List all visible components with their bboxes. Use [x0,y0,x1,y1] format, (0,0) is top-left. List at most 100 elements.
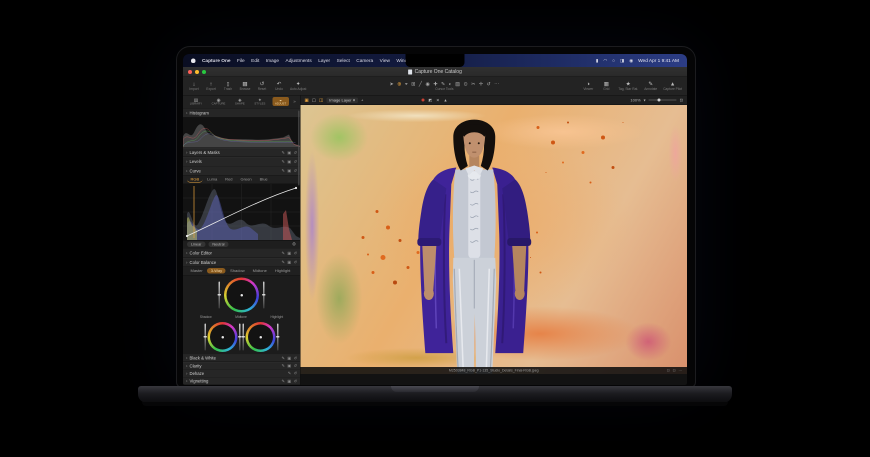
brush-icon[interactable]: ✎ [282,260,285,265]
tool-tabs-overflow-icon[interactable]: » [293,99,296,104]
tab-capture[interactable]: ◉ CAPTURE [209,97,228,106]
menu-layer[interactable]: Layer [318,58,330,64]
copy-icon[interactable]: ▣ [287,159,291,164]
reset-icon[interactable]: ↺ [294,371,297,376]
compare-view-icon[interactable]: ▢ [312,97,316,103]
fullscreen-icon[interactable]: ⊡ [680,98,683,103]
proof-view-icon[interactable]: ▣ [305,97,309,103]
export-button[interactable]: ↑ Export [205,81,217,91]
dehaze-panel-header[interactable]: › Dehaze ✎ ↺ [183,369,300,378]
control-center-icon[interactable]: ◨ [620,58,624,64]
cb-tab-master[interactable]: Master [187,268,206,274]
curve-linear-button[interactable]: Linear [187,241,206,248]
close-window-button[interactable] [188,69,192,74]
cb-tab-highlight[interactable]: Highlight [271,268,294,274]
menu-adjustments[interactable]: Adjustments [286,58,312,64]
menu-bar-clock[interactable]: Wed Apr 1 9:41 AM [638,58,679,64]
curve-tab-green[interactable]: Green [237,177,255,183]
add-layer-button[interactable]: + [361,98,363,103]
crop-tool-icon[interactable]: ⊞ [411,81,415,87]
zoom-slider-handle[interactable] [657,98,661,102]
reset-icon[interactable]: ↺ [294,260,297,265]
brush-icon[interactable]: ✎ [282,159,285,164]
curve-tab-red[interactable]: Red [222,177,236,183]
more-tools-icon[interactable]: ⋯ [494,81,499,87]
highlight-lightness-slider[interactable] [276,323,280,351]
copy-icon[interactable]: ▣ [287,379,291,384]
import-button[interactable]: ↓ Import [188,81,200,91]
wheel-handle[interactable] [240,293,243,297]
histogram-panel-header[interactable]: › Histogram [183,108,300,118]
annotate-button[interactable]: ✎ Annotate [644,81,657,91]
curve-panel-header[interactable]: › Curve ✎ ▣ ↺ [183,166,300,176]
copy-icon[interactable]: ▣ [287,364,291,369]
shadow-color-wheel[interactable] [207,322,238,353]
color-editor-panel-header[interactable]: › Color Editor ✎ ▣ ↺ [183,248,300,258]
zoom-level-value[interactable]: 100% [630,98,640,103]
highlight-color-wheel[interactable] [245,322,276,353]
tag-star-rating-button[interactable]: ★ Tag, Star Rat. [618,81,638,91]
brush-icon[interactable]: ✎ [282,251,285,256]
minimize-window-button[interactable] [195,69,199,74]
cut-tool-icon[interactable]: ✂ [471,81,475,87]
pan-tool-icon[interactable]: ⊕ [397,81,401,87]
layers-masks-panel-header[interactable]: › Layers & Masks ✎ ▣ ↺ [183,148,300,158]
tab-adjust[interactable]: ◒ ADJUST [272,97,289,107]
brush-icon[interactable]: ✎ [282,356,285,361]
brush-icon[interactable]: ✎ [282,169,285,174]
copy-icon[interactable]: ▣ [287,356,291,361]
clarity-panel-header[interactable]: › Clarity ✎ ▣ ↺ [183,361,300,370]
capture-pilot-button[interactable]: ▲ Capture Pilot [663,81,682,91]
curve-graph[interactable] [183,184,300,241]
reset-icon[interactable]: ↺ [294,364,297,369]
cb-tab-3way[interactable]: 3-Way [207,268,226,274]
black-white-panel-header[interactable]: › Black & White ✎ ▣ ↺ [183,354,300,362]
color-balance-panel-header[interactable]: › Color Balance ✎ ▣ ↺ [183,257,300,267]
gear-icon[interactable]: ⚙ [292,242,296,248]
copy-icon[interactable]: ▣ [287,251,291,256]
curve-tab-luma[interactable]: Luma [204,177,221,183]
menu-camera[interactable]: Camera [356,58,373,64]
cb-tab-midtone[interactable]: Midtone [249,268,270,274]
browse-button[interactable]: ▦ Browse [239,81,251,91]
tab-library[interactable]: ▤ LIBRARY [187,97,204,106]
select-tool-icon[interactable]: ➤ [390,81,394,87]
reset-icon[interactable]: ↺ [294,251,297,256]
zoom-slider[interactable] [648,98,677,102]
curve-neutral-button[interactable]: Neutral [208,241,229,248]
annotate-tool-icon[interactable]: ✛ [479,81,483,87]
menu-view[interactable]: View [380,58,390,64]
wifi-icon[interactable]: ◠ [603,58,607,64]
spot-removal-tool-icon[interactable]: ◉ [425,81,429,87]
tab-styles[interactable]: ✦ STYLES [252,97,268,106]
menu-image[interactable]: Image [266,58,279,64]
reset-button[interactable]: ↺ Reset [256,81,268,91]
trash-button[interactable]: ▯ Trash [222,81,234,91]
cb-tab-shadow[interactable]: Shadow [227,268,248,274]
mask-view-icon[interactable]: ◫ [319,97,323,103]
rotate-tool-icon[interactable]: ↺ [487,81,491,87]
curve-tab-rgb[interactable]: RGB [187,176,203,183]
photo-canvas[interactable]: M2503848_RGB_P1-135_Studio_Details_Final… [300,105,687,374]
battery-icon[interactable]: ▮ [596,58,598,64]
levels-panel-header[interactable]: › Levels ✎ ▣ ↺ [183,157,300,167]
focus-mask-icon[interactable]: ▲ [443,98,447,103]
brush-icon[interactable]: ✎ [282,379,285,384]
linear-gradient-mask-tool-icon[interactable]: ▨ [455,81,460,87]
draw-mask-tool-icon[interactable]: ✎ [441,81,445,87]
copy-icon[interactable]: ▣ [287,260,291,265]
copy-icon[interactable]: ▣ [287,169,291,174]
apple-logo-icon[interactable] [191,58,196,63]
brush-icon[interactable]: ✎ [282,364,285,369]
panel-scrollbar[interactable] [298,110,300,186]
reset-icon[interactable]: ↺ [294,169,297,174]
layer-select-dropdown[interactable]: Image Layer ▾ [326,97,359,103]
siri-icon[interactable]: ◉ [629,58,633,64]
loupe-tool-icon[interactable]: ⌖ [405,81,408,87]
menu-file[interactable]: File [237,58,245,64]
reset-icon[interactable]: ↺ [294,356,297,361]
tab-shape[interactable]: ◈ SHAPE [232,97,247,106]
curve-tab-blue[interactable]: Blue [256,177,271,183]
caption-icons[interactable]: ⊡ ⊡ ⋯ [667,369,683,373]
erase-mask-tool-icon[interactable]: ◐ [449,81,452,87]
